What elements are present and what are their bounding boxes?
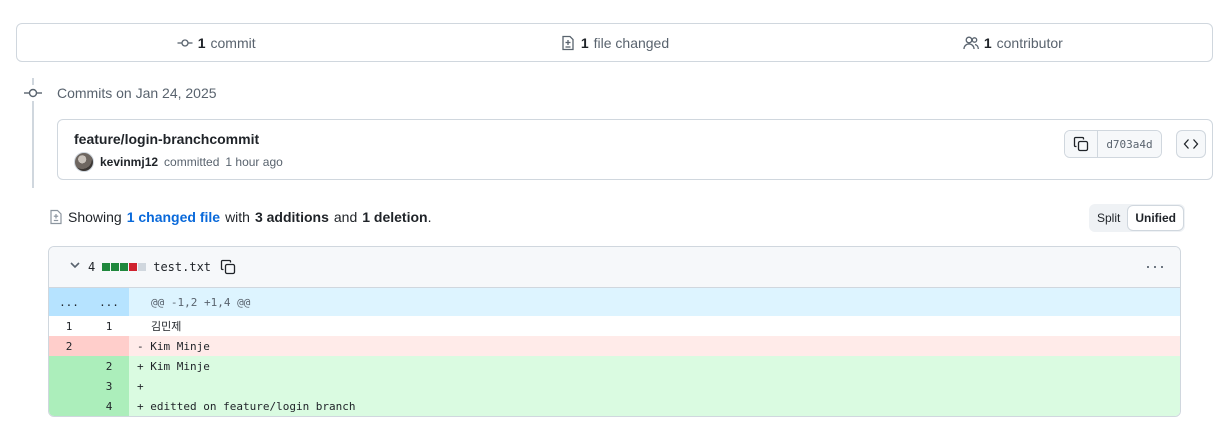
commit-sha-link[interactable]: d703a4d — [1098, 131, 1161, 157]
copy-icon — [1073, 136, 1089, 152]
old-line-number[interactable] — [49, 376, 89, 396]
line-content: + — [129, 376, 1180, 396]
file-header: 4 test.txt ··· — [49, 247, 1180, 288]
diffstat-block-add — [111, 263, 120, 271]
contributors-summary[interactable]: 1 contributor — [814, 35, 1212, 51]
new-line-number[interactable]: 1 — [89, 316, 129, 336]
contributors-label: contributor — [996, 34, 1063, 51]
diff-summary-text: Showing 1 changed file with 3 additions … — [49, 207, 431, 227]
expand-down-button[interactable]: ... — [89, 288, 129, 316]
new-line-number[interactable] — [89, 336, 129, 356]
file-name-link[interactable]: test.txt — [153, 260, 211, 274]
code-icon — [1183, 139, 1199, 149]
git-commit-icon — [24, 85, 42, 101]
old-line-number[interactable] — [49, 356, 89, 376]
showing-prefix: Showing — [68, 209, 122, 225]
contributors-count: 1 — [983, 34, 992, 51]
old-line-number[interactable]: 1 — [49, 316, 89, 336]
commit-meta: kevinmj12 committed 1 hour ago — [74, 152, 283, 172]
split-view-button[interactable]: Split — [1090, 205, 1127, 231]
diff-line-del: 2 - Kim Minje — [49, 336, 1180, 356]
people-icon — [963, 36, 979, 49]
file-diff-icon — [562, 35, 574, 50]
commit-action: committed — [164, 155, 220, 169]
git-commit-icon — [177, 38, 193, 47]
line-content: 김민제 — [129, 316, 1180, 336]
diffstat-block-neutral — [138, 263, 147, 271]
file-diff-icon — [50, 209, 62, 225]
new-line-number[interactable]: 3 — [89, 376, 129, 396]
old-line-number[interactable]: 2 — [49, 336, 89, 356]
commits-label: commit — [210, 34, 256, 51]
avatar[interactable] — [74, 152, 94, 172]
diff-line-add: 4 + editted on feature/login branch — [49, 396, 1180, 416]
file-diff: 4 test.txt ··· ... ... @@ -1,2 +1,4 @@ 1… — [48, 246, 1181, 417]
diff-view-toggle: Split Unified — [1089, 204, 1186, 232]
diffstat-block-add — [102, 263, 111, 271]
chevron-down-icon[interactable] — [69, 258, 81, 276]
commit-time: 1 hour ago — [225, 155, 283, 169]
commit-author-link[interactable]: kevinmj12 — [100, 155, 158, 169]
old-line-number[interactable] — [49, 396, 89, 416]
showing-with: with — [225, 209, 250, 225]
files-changed-summary[interactable]: 1 file changed — [415, 35, 813, 51]
commits-count: 1 — [197, 34, 206, 51]
file-change-count: 4 — [88, 260, 96, 274]
showing-and: and — [333, 209, 358, 225]
browse-repo-button[interactable] — [1176, 130, 1206, 158]
diffstat-block-add — [120, 263, 129, 271]
new-line-number[interactable]: 2 — [89, 356, 129, 376]
additions-count: 3 additions — [254, 209, 329, 225]
files-count: 1 — [580, 34, 589, 51]
line-content: + editted on feature/login branch — [129, 396, 1180, 416]
new-line-number[interactable]: 4 — [89, 396, 129, 416]
expand-up-button[interactable]: ... — [49, 288, 89, 316]
commit-card: feature/login-branchcommit kevinmj12 com… — [57, 119, 1213, 180]
files-label: file changed — [593, 34, 670, 51]
line-content: - Kim Minje — [129, 336, 1180, 356]
commits-date-heading: Commits on Jan 24, 2025 — [57, 85, 217, 101]
copy-icon — [220, 259, 236, 275]
commit-title-link[interactable]: feature/login-branchcommit — [74, 131, 259, 147]
copy-sha-button[interactable] — [1065, 131, 1098, 157]
diffstat-bar — [102, 263, 147, 271]
commit-summary-bar: 1 commit 1 file changed 1 contributor — [16, 23, 1213, 62]
unified-view-button[interactable]: Unified — [1127, 205, 1185, 231]
commits-summary[interactable]: 1 commit — [17, 35, 415, 51]
showing-period: . — [427, 209, 432, 225]
deletions-count: 1 deletion — [362, 209, 428, 225]
diff-table: ... ... @@ -1,2 +1,4 @@ 1 1 김민제 2- Kim Minj… — [49, 288, 1180, 416]
commit-sha-group: d703a4d — [1064, 130, 1162, 158]
changed-files-link[interactable]: 1 changed file — [127, 209, 220, 225]
kebab-horizontal-icon[interactable]: ··· — [1145, 257, 1166, 275]
hunk-header-text: @@ -1,2 +1,4 @@ — [129, 288, 1180, 316]
diff-line-add: 2 + Kim Minje — [49, 356, 1180, 376]
copy-path-button[interactable] — [220, 259, 236, 275]
diff-line-ctx: 1 1 김민제 — [49, 316, 1180, 336]
diff-line-add: 3 + — [49, 376, 1180, 396]
diffstat-block-del — [129, 263, 138, 271]
hunk-header-row: ... ... @@ -1,2 +1,4 @@ — [49, 288, 1180, 316]
line-content: + Kim Minje — [129, 356, 1180, 376]
